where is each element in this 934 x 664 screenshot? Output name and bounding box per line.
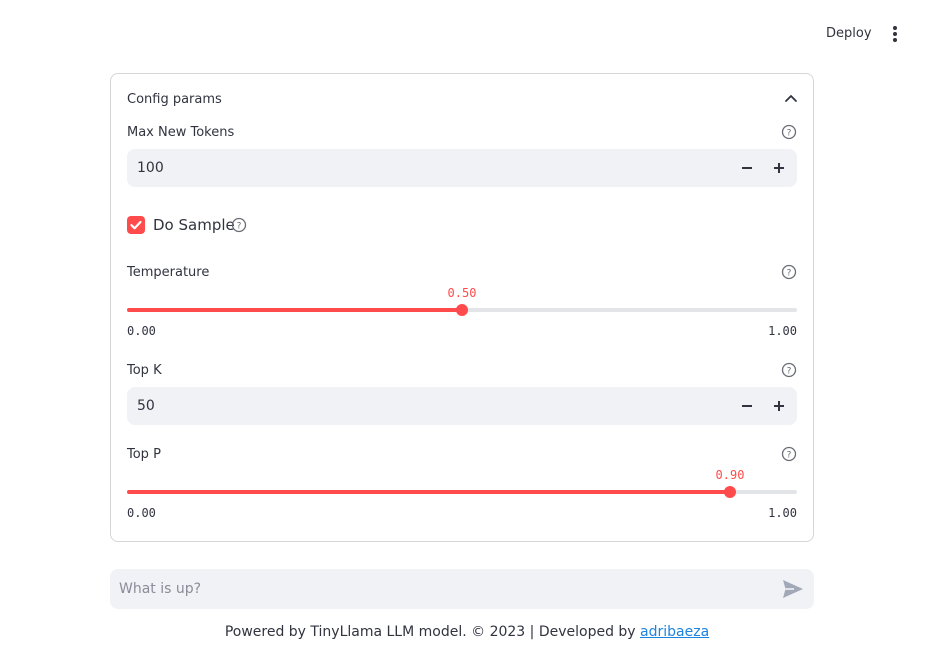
chat-input[interactable] <box>110 569 770 609</box>
slider-min-label: 0.00 <box>127 506 156 520</box>
do-sample-checkbox[interactable] <box>127 216 145 234</box>
max-new-tokens-value[interactable]: 100 <box>137 149 164 187</box>
help-icon[interactable]: ? <box>781 362 797 378</box>
slider-min-label: 0.00 <box>127 324 156 338</box>
chevron-up-icon[interactable] <box>783 91 799 107</box>
slider-max-label: 1.00 <box>768 506 797 520</box>
chat-input-container <box>110 569 814 609</box>
temperature-slider[interactable]: 0.50 0.00 1.00 <box>127 286 797 346</box>
help-icon[interactable]: ? <box>781 264 797 280</box>
svg-text:?: ? <box>787 129 792 139</box>
temperature-label: Temperature <box>127 265 210 280</box>
checkmark-icon <box>130 220 142 230</box>
do-sample-label: Do Sample <box>153 216 235 234</box>
top-k-input[interactable]: 50 <box>127 387 797 425</box>
svg-text:?: ? <box>787 451 792 461</box>
deploy-button[interactable]: Deploy <box>818 22 880 46</box>
footer-text: Powered by TinyLlama LLM model. © 2023 |… <box>224 624 641 640</box>
slider-track[interactable] <box>127 486 797 498</box>
footer: Powered by TinyLlama LLM model. © 2023 |… <box>0 624 934 640</box>
slider-thumb[interactable] <box>456 304 468 316</box>
max-new-tokens-input[interactable]: 100 <box>127 149 797 187</box>
send-icon[interactable] <box>782 579 804 599</box>
expander-title: Config params <box>127 92 222 107</box>
help-icon[interactable]: ? <box>781 446 797 462</box>
author-link[interactable]: adribaeza <box>640 624 709 640</box>
decrement-button[interactable] <box>731 149 763 187</box>
top-bar: Deploy <box>0 0 934 64</box>
slider-fill <box>127 490 730 494</box>
increment-button[interactable] <box>763 149 795 187</box>
decrement-button[interactable] <box>731 387 763 425</box>
expander-header[interactable]: Config params <box>127 88 799 110</box>
vertical-ellipsis-icon[interactable] <box>886 22 904 46</box>
svg-text:?: ? <box>787 367 792 377</box>
top-p-slider[interactable]: 0.90 0.00 1.00 <box>127 468 797 528</box>
slider-fill <box>127 308 462 312</box>
increment-button[interactable] <box>763 387 795 425</box>
slider-thumb[interactable] <box>724 486 736 498</box>
top-k-value[interactable]: 50 <box>137 387 155 425</box>
help-icon[interactable]: ? <box>231 217 247 233</box>
top-p-label: Top P <box>127 447 161 462</box>
config-params-expander: Config params Max New Tokens ? 100 Do Sa… <box>110 73 814 542</box>
top-p-value-label: 0.90 <box>715 468 745 482</box>
top-k-label: Top K <box>127 363 162 378</box>
svg-text:?: ? <box>787 269 792 279</box>
temperature-value-label: 0.50 <box>447 286 477 300</box>
slider-track[interactable] <box>127 304 797 316</box>
slider-max-label: 1.00 <box>768 324 797 338</box>
svg-text:?: ? <box>237 222 242 232</box>
help-icon[interactable]: ? <box>781 124 797 140</box>
max-new-tokens-label: Max New Tokens <box>127 125 235 140</box>
